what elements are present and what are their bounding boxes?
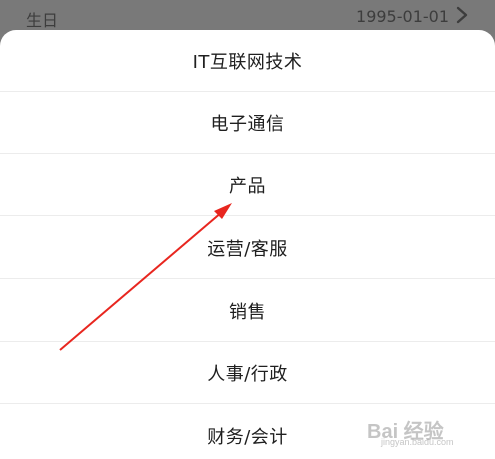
option-label: 人事/行政 <box>207 363 288 385</box>
option-label: 财务/会计 <box>207 426 288 448</box>
option-label: 电子通信 <box>210 113 285 135</box>
option-it-internet[interactable]: IT互联网技术 <box>0 30 495 92</box>
birthday-row[interactable]: 生日 1995-01-01 <box>0 0 495 32</box>
chevron-right-icon <box>456 6 468 24</box>
birthday-label: 生日 <box>26 11 59 30</box>
industry-picker-sheet: IT互联网技术 电子通信 产品 运营/客服 销售 人事/行政 财务/会计 <box>0 30 495 459</box>
option-label: 产品 <box>229 175 266 197</box>
option-operations-cs[interactable]: 运营/客服 <box>0 217 495 279</box>
birthday-value: 1995-01-01 <box>356 7 449 26</box>
option-label: IT互联网技术 <box>192 51 303 73</box>
option-electronics-telecom[interactable]: 电子通信 <box>0 92 495 154</box>
option-label: 销售 <box>229 301 266 323</box>
watermark-subtext: jingyan.baidu.com <box>381 437 454 447</box>
option-hr-admin[interactable]: 人事/行政 <box>0 342 495 404</box>
option-product[interactable]: 产品 <box>0 154 495 216</box>
option-label: 运营/客服 <box>207 238 288 260</box>
baidu-watermark: Bai 经验 jingyan.baidu.com <box>367 409 487 451</box>
option-sales[interactable]: 销售 <box>0 280 495 342</box>
